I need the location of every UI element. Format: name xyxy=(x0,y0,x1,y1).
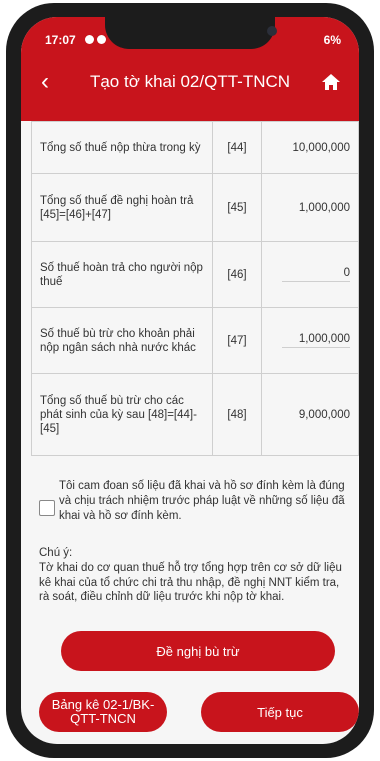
page-title: Tạo tờ khai 02/QTT-TNCN xyxy=(89,72,291,91)
row-code: [45] xyxy=(212,173,262,242)
battery-level: 6% xyxy=(323,33,341,47)
status-time: 17:07 xyxy=(45,33,76,47)
camera-icon xyxy=(267,26,277,36)
row-label: Số thuế hoàn trả cho người nộp thuế xyxy=(31,241,213,308)
row-code: [47] xyxy=(212,307,262,374)
row-label: Tổng số thuế đề nghị hoàn trả [45]=[46]+… xyxy=(31,173,213,242)
refund-input[interactable]: 0 xyxy=(261,241,359,308)
tax-table: Tổng số thuế nộp thừa trong kỳ [44] 10,0… xyxy=(31,121,359,456)
row-code: [48] xyxy=(212,373,262,456)
nav-bar: ‹ Tạo tờ khai 02/QTT-TNCN xyxy=(21,62,359,106)
notification-icons xyxy=(85,35,106,44)
row-label: Số thuế bù trừ cho khoản phải nộp ngân s… xyxy=(31,307,213,374)
offset-request-button[interactable]: Đề nghị bù trừ xyxy=(61,631,335,671)
row-value: 1,000,000 xyxy=(282,333,350,348)
declaration-checkbox[interactable] xyxy=(39,500,55,516)
row-value: 10,000,000 xyxy=(261,121,359,174)
messenger-icon xyxy=(97,35,106,44)
table-row: Số thuế hoàn trả cho người nộp thuế [46]… xyxy=(31,241,359,308)
continue-button[interactable]: Tiếp tục xyxy=(201,692,359,732)
row-label: Tổng số thuế bù trừ cho các phát sinh củ… xyxy=(31,373,213,456)
offset-input[interactable]: 1,000,000 xyxy=(261,307,359,374)
row-value: 9,000,000 xyxy=(261,373,359,456)
screen: 17:07 6% ‹ Tạo tờ khai 02/QTT-TNCN Tổng … xyxy=(21,17,359,744)
row-code: [44] xyxy=(212,121,262,174)
phone-frame: 17:07 6% ‹ Tạo tờ khai 02/QTT-TNCN Tổng … xyxy=(6,3,374,758)
row-value: 0 xyxy=(282,267,350,282)
row-code: [46] xyxy=(212,241,262,308)
row-label: Tổng số thuế nộp thừa trong kỳ xyxy=(31,121,213,174)
schedule-button[interactable]: Bảng kê 02-1/BK-QTT-TNCN xyxy=(39,692,167,732)
row-value: 1,000,000 xyxy=(261,173,359,242)
table-row: Tổng số thuế đề nghị hoàn trả [45]=[46]+… xyxy=(31,173,359,242)
note-title: Chú ý: xyxy=(39,547,73,559)
back-arrow-icon[interactable]: ‹ xyxy=(41,70,61,94)
note-body: Tờ khai do cơ quan thuế hỗ trợ tổng hợp … xyxy=(39,562,342,603)
table-row: Tổng số thuế nộp thừa trong kỳ [44] 10,0… xyxy=(31,121,359,174)
table-row: Số thuế bù trừ cho khoản phải nộp ngân s… xyxy=(31,307,359,374)
s-app-icon xyxy=(85,35,94,44)
home-icon[interactable] xyxy=(321,72,341,92)
table-row: Tổng số thuế bù trừ cho các phát sinh củ… xyxy=(31,373,359,456)
declaration-text: Tôi cam đoan số liệu đã khai và hồ sơ đí… xyxy=(59,480,345,522)
app-header: 17:07 6% ‹ Tạo tờ khai 02/QTT-TNCN xyxy=(21,17,359,121)
camera-notch xyxy=(105,17,277,49)
